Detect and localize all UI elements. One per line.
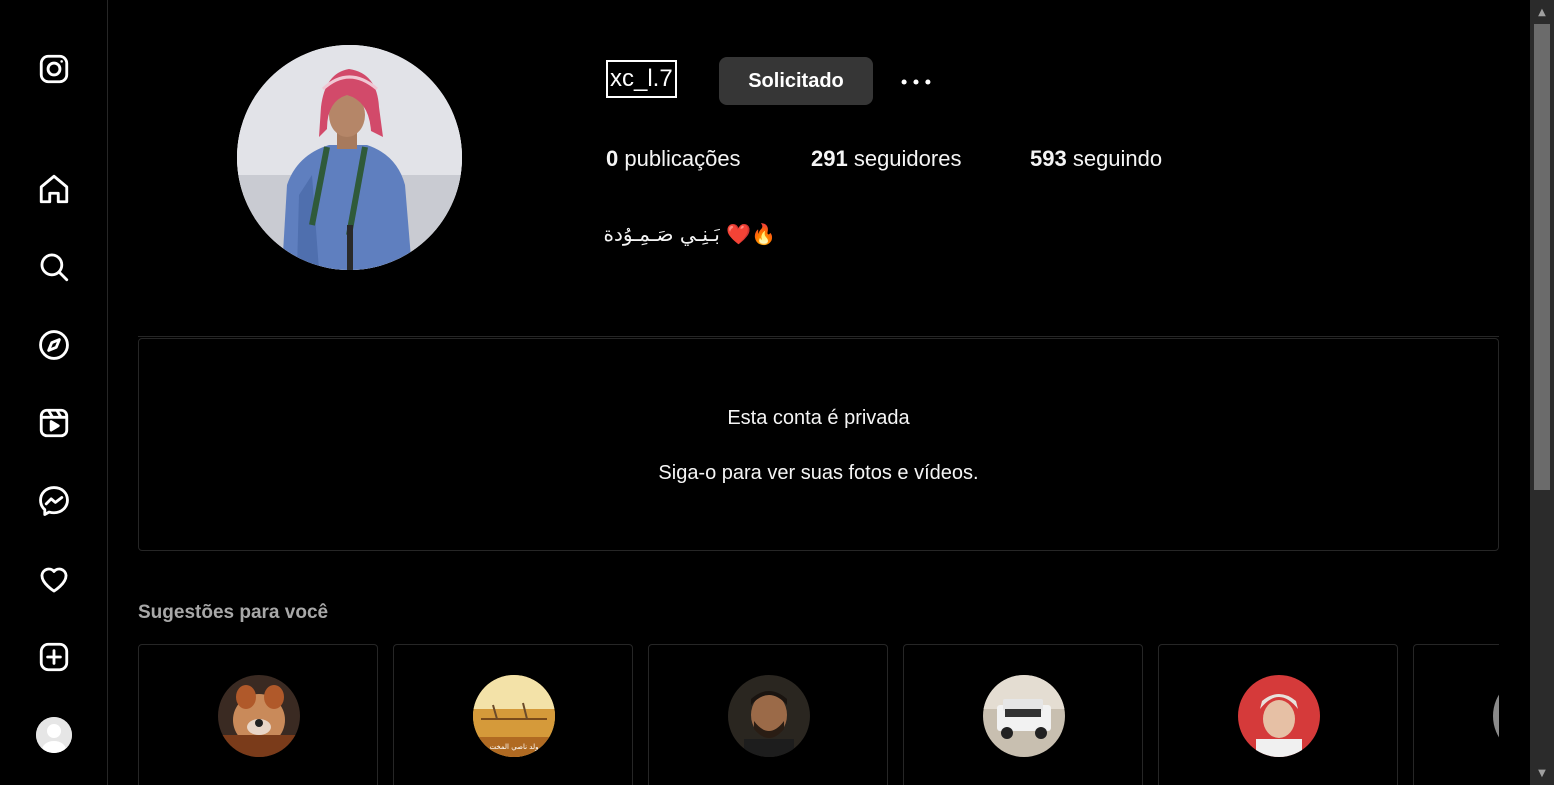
- requested-follow-button[interactable]: Solicitado: [719, 57, 873, 105]
- suggestion-card[interactable]: [138, 644, 378, 785]
- posts-label: publicações: [618, 146, 741, 171]
- following-stat[interactable]: 593 seguindo: [1030, 146, 1162, 172]
- suggestions-title: Sugestões para você: [138, 602, 329, 623]
- followers-count: 291: [811, 146, 848, 171]
- instagram-profile-page: xc_l.7 Solicitado 0 publicações 291 segu…: [0, 0, 1554, 785]
- suggestion-card[interactable]: [1413, 644, 1499, 785]
- explore-compass-icon[interactable]: [34, 325, 74, 365]
- following-count: 593: [1030, 146, 1067, 171]
- followers-label: seguidores: [847, 146, 962, 171]
- suggestion-avatar[interactable]: [1493, 675, 1499, 757]
- private-account-notice: Esta conta é privada Siga-o para ver sua…: [138, 338, 1499, 551]
- search-icon[interactable]: [34, 247, 74, 287]
- home-icon[interactable]: [34, 169, 74, 209]
- create-plus-icon[interactable]: [34, 637, 74, 677]
- suggestion-avatar[interactable]: [1238, 675, 1320, 757]
- posts-stat: 0 publicações: [606, 146, 741, 172]
- more-options-icon[interactable]: [896, 64, 936, 100]
- suggestion-avatar-caption: ولد ناصي المخت: [489, 743, 538, 751]
- suggestion-card[interactable]: ولد ناصي المخت: [393, 644, 633, 785]
- header-divider: [138, 336, 1499, 337]
- heart-notifications-icon[interactable]: [34, 559, 74, 599]
- scroll-thumb[interactable]: [1534, 24, 1550, 490]
- scroll-down-arrow-icon[interactable]: ▼: [1530, 763, 1554, 783]
- sidebar-nav: [0, 0, 108, 785]
- profile-avatar[interactable]: [36, 717, 72, 753]
- page-scrollbar[interactable]: ▲ ▼: [1530, 0, 1554, 785]
- posts-count: 0: [606, 146, 619, 171]
- suggestion-avatar[interactable]: ولد ناصي المخت: [473, 675, 555, 757]
- messenger-icon[interactable]: [34, 481, 74, 521]
- suggestion-card[interactable]: [648, 644, 888, 785]
- following-label: seguindo: [1066, 146, 1163, 171]
- private-account-title: Esta conta é privada: [727, 407, 910, 429]
- followers-stat[interactable]: 291 seguidores: [811, 146, 961, 172]
- suggestion-avatar[interactable]: [218, 675, 300, 757]
- profile-picture[interactable]: [237, 45, 462, 270]
- suggestion-card[interactable]: [1158, 644, 1398, 785]
- suggestion-card[interactable]: [903, 644, 1143, 785]
- private-account-subtitle: Siga-o para ver suas fotos e vídeos.: [658, 462, 979, 484]
- suggestion-avatar[interactable]: [728, 675, 810, 757]
- suggestion-avatar[interactable]: [983, 675, 1065, 757]
- instagram-logo-icon[interactable]: [34, 49, 74, 89]
- profile-username[interactable]: xc_l.7: [606, 60, 677, 98]
- suggestions-row: ولد ناصي المخت: [138, 644, 1499, 785]
- profile-bio: 🔥❤️ بَـنِـي صَـمِـوُدة: [603, 222, 777, 246]
- scroll-up-arrow-icon[interactable]: ▲: [1530, 2, 1554, 22]
- reels-icon[interactable]: [34, 403, 74, 443]
